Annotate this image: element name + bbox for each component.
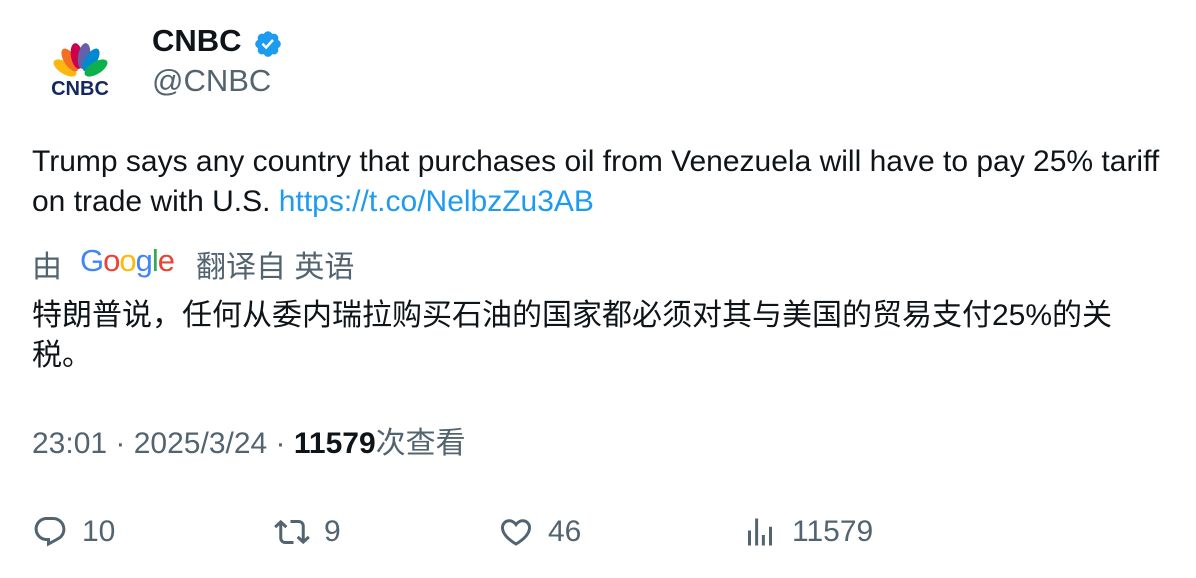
views-chart-icon bbox=[748, 518, 772, 546]
author-handle[interactable]: @CNBC bbox=[152, 62, 271, 100]
svg-text:Google: Google bbox=[80, 244, 174, 278]
views-label: 次查看 bbox=[375, 427, 466, 460]
reply-icon bbox=[34, 517, 66, 547]
google-logo: Google bbox=[80, 243, 178, 290]
views-count-action: 11579 bbox=[792, 515, 874, 548]
retweet-count: 9 bbox=[324, 515, 341, 548]
meta-separator: · bbox=[267, 427, 294, 460]
tweet-time[interactable]: 23:01 bbox=[32, 427, 107, 460]
tweet-body: Trump says any country that purchases oi… bbox=[32, 145, 1160, 218]
translated-by-label: 由 bbox=[32, 250, 62, 284]
translation-attribution: 由 Google 翻译自 英语 bbox=[32, 243, 355, 290]
tweet-link[interactable]: https://t.co/NelbzZu3AB bbox=[279, 185, 594, 218]
author-display-name[interactable]: CNBC bbox=[152, 22, 242, 60]
verified-badge-icon[interactable] bbox=[253, 29, 283, 59]
meta-separator: · bbox=[107, 427, 134, 460]
retweet-icon bbox=[274, 519, 310, 545]
heart-icon bbox=[500, 519, 532, 546]
tweet-meta: 23:01 · 2025/3/24 · 11579次查看 bbox=[32, 423, 466, 465]
cnbc-peacock-logo-icon: CNBC bbox=[51, 43, 109, 100]
tweet-text: Trump says any country that purchases oi… bbox=[32, 142, 1172, 222]
views-button[interactable]: 11579 bbox=[742, 511, 873, 553]
retweet-button[interactable]: 9 bbox=[274, 511, 341, 553]
svg-text:CNBC: CNBC bbox=[51, 78, 109, 100]
like-count: 46 bbox=[548, 515, 582, 548]
avatar[interactable]: CNBC bbox=[32, 30, 128, 126]
like-button[interactable]: 46 bbox=[498, 511, 581, 553]
reply-button[interactable]: 10 bbox=[32, 511, 115, 553]
translated-from-label: 翻译自 英语 bbox=[196, 250, 355, 284]
translated-text: 特朗普说，任何从委内瑞拉购买石油的国家都必须对其与美国的贸易支付25%的关税。 bbox=[32, 299, 1113, 372]
views-count: 11579 bbox=[293, 427, 376, 460]
reply-count: 10 bbox=[82, 515, 116, 548]
tweet-date[interactable]: 2025/3/24 bbox=[134, 427, 267, 460]
